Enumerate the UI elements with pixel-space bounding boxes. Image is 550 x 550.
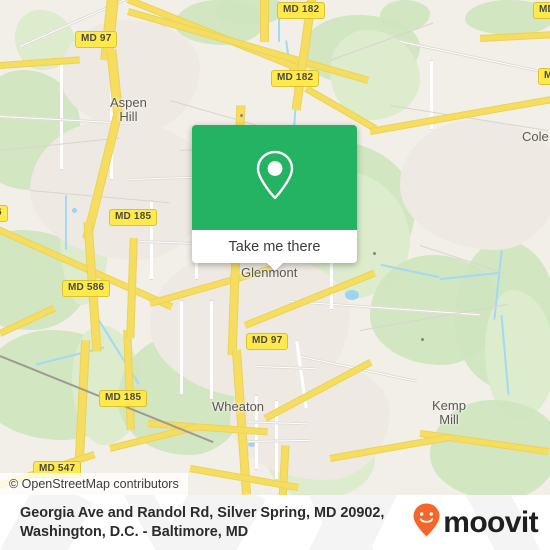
osm-attribution[interactable]: © OpenStreetMap contributors [0,473,188,495]
highway-shield: MD [533,2,550,19]
map-poi-dot [240,114,243,117]
map-place-label: Wheaton [212,399,265,414]
map-poi-dot [373,252,376,255]
moovit-logo[interactable]: moovit [412,502,550,543]
take-me-there-label: Take me there [228,238,321,255]
map-road-minor [210,300,213,400]
card-footer[interactable]: Take me there [192,230,357,263]
map-place-label: Aspen Hill [110,95,147,124]
moovit-map-screenshot: MD 182 MD 97 MD 182 MD MD 6 MD 185 MD 586 MD 97 M… [0,0,550,550]
highway-shield: MD 97 [75,31,118,48]
highway-shield: MD 182 [277,2,326,19]
footer-bar: Georgia Ave and Randol Rd, Silver Spring… [0,495,550,550]
map-road-minor [60,60,63,170]
map-road-minor [180,300,183,395]
map-place-label: Kemp Mill [432,398,466,427]
location-pin-icon [253,148,297,207]
map-place-label: Cole [522,129,549,144]
caption-line-2: Washington, D.C. - Baltimore, MD [20,523,249,540]
map-water-body [345,290,359,300]
take-me-there-card[interactable]: Take me there [192,125,357,271]
highway-shield: MD [538,68,550,85]
location-caption: Georgia Ave and Randol Rd, Silver Spring… [0,504,412,542]
map-water-body [72,208,77,213]
caption-line-1: Georgia Ave and Randol Rd, Silver Spring… [20,504,385,521]
highway-shield: MD 182 [271,70,320,87]
highway-shield: MD 97 [246,333,289,350]
highway-shield: MD 586 [62,280,111,297]
moovit-wordmark: moovit [443,505,538,539]
map-road-major [260,0,269,42]
card-pointer-tip [265,262,284,271]
highway-shield: MD 185 [99,390,148,407]
map-stream [65,195,67,250]
card-header [192,125,357,230]
moovit-smiley-pin-icon [412,502,441,543]
map-poi-dot [421,338,424,341]
highway-shield: MD 185 [109,209,158,226]
highway-shield: 6 [0,205,8,222]
